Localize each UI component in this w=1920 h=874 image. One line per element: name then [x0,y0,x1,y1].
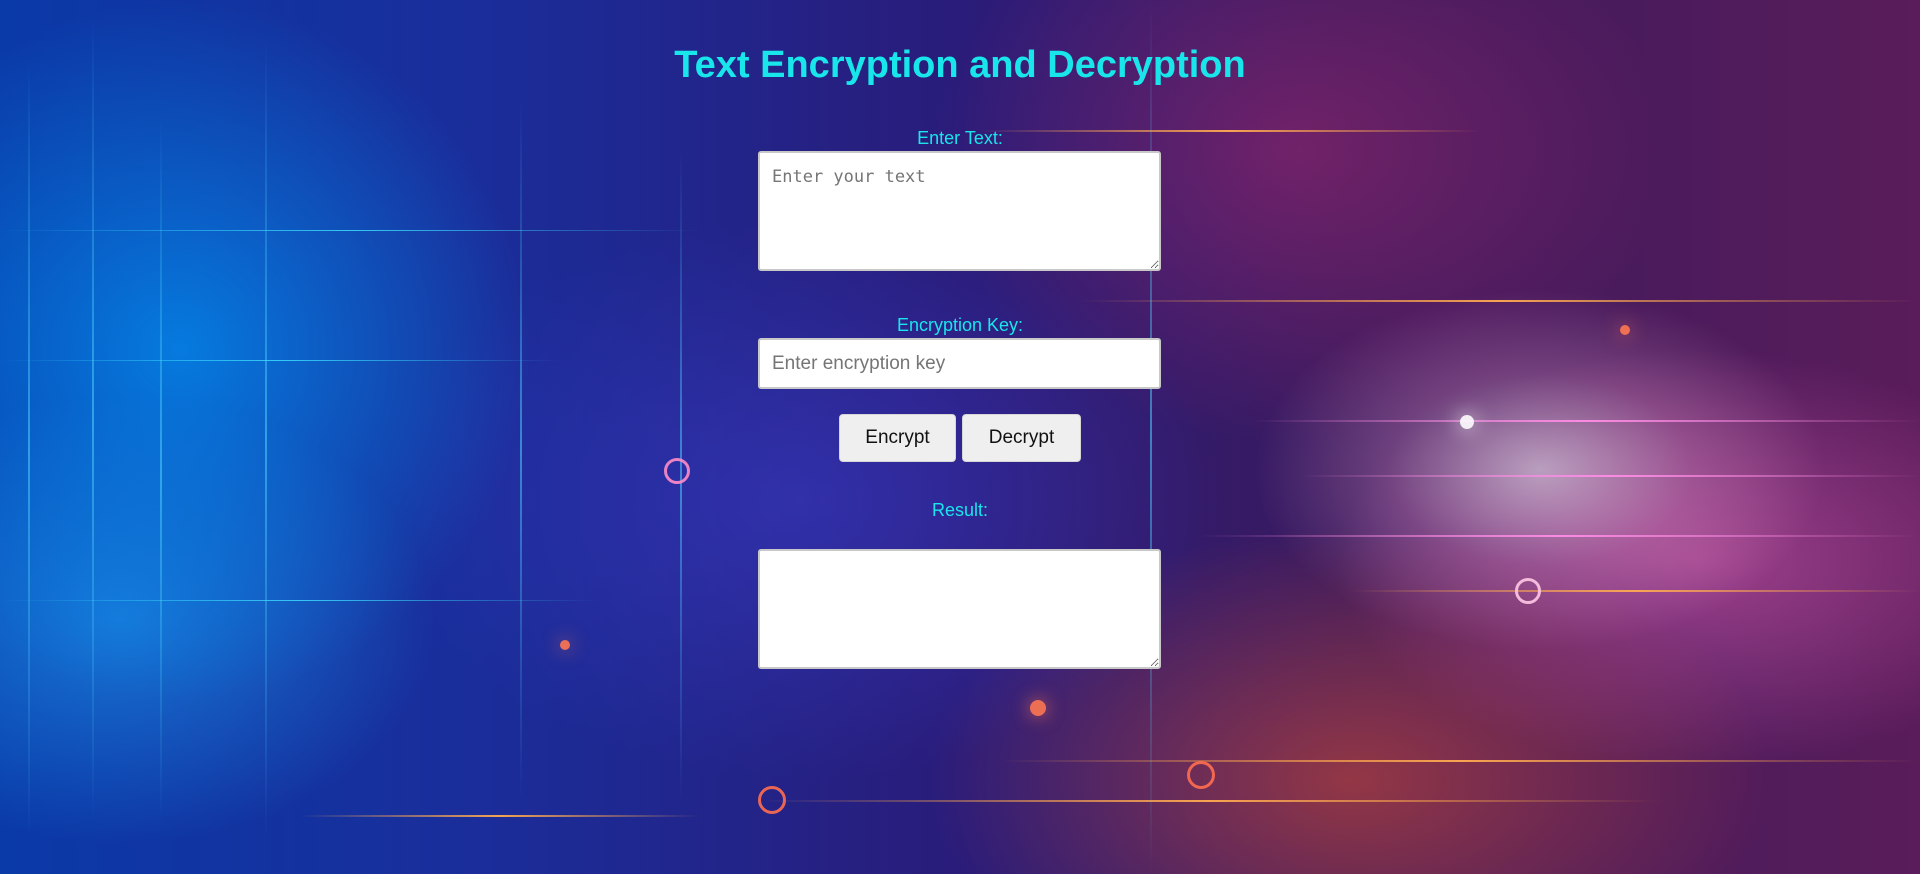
decrypt-button[interactable]: Decrypt [962,414,1081,462]
encryption-key-input[interactable] [758,338,1161,389]
text-input-label: Enter Text: [917,128,1003,148]
result-label: Result: [931,500,989,520]
text-input-area[interactable] [758,151,1161,271]
encryption-key-label: Encryption Key: [896,315,1024,335]
page-title: Text Encryption and Decryption [674,44,1246,86]
app-container: Text Encryption and Decryption Enter Tex… [0,0,1920,874]
encrypt-button[interactable]: Encrypt [839,414,956,462]
result-output-area[interactable] [758,549,1161,669]
